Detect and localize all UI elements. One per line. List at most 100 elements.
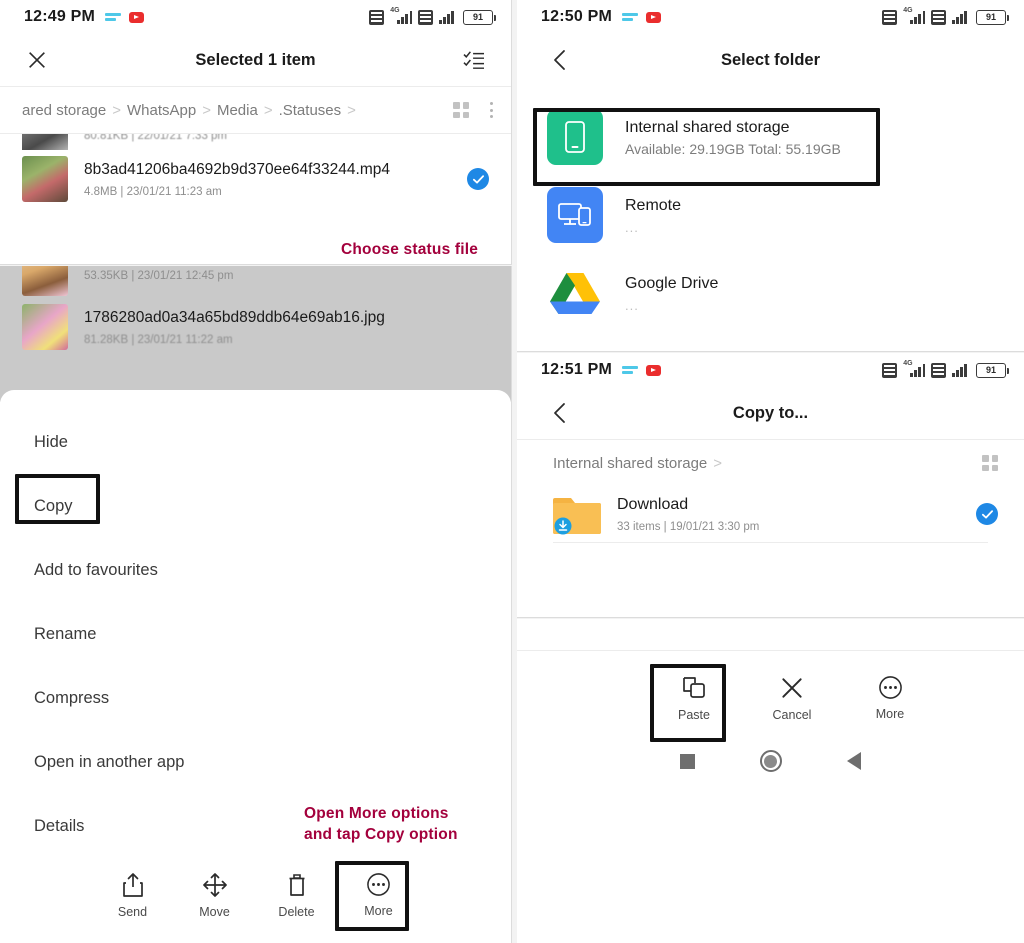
move-button[interactable]: Move xyxy=(174,864,256,925)
overflow-menu-icon[interactable] xyxy=(489,102,493,118)
menu-item-hide[interactable]: Hide xyxy=(0,410,511,474)
back-button[interactable] xyxy=(847,752,862,770)
phone-storage-icon xyxy=(547,109,603,165)
grid-view-icon[interactable] xyxy=(982,455,998,471)
storage-title: Remote xyxy=(625,197,682,215)
menu-item-compress[interactable]: Compress xyxy=(0,666,511,730)
paste-icon xyxy=(683,677,705,698)
menu-item-label: Add to favourites xyxy=(34,560,158,579)
storage-item-remote[interactable]: Remote ... xyxy=(517,176,1024,254)
file-meta: 53.35KB | 23/01/21 12:45 pm xyxy=(84,270,234,282)
chevron-left-icon[interactable] xyxy=(545,45,575,75)
sim2-icon xyxy=(931,9,947,25)
app-bar: Copy to... xyxy=(517,387,1024,439)
panel-select-folder: 12:50 PM 4G 91 Select folder Internal sh… xyxy=(517,0,1024,352)
storage-subtitle: ... xyxy=(625,297,639,313)
close-icon xyxy=(782,678,802,698)
storage-subtitle: Available: 29.19GB Total: 55.19GB xyxy=(625,141,841,158)
file-thumbnail xyxy=(22,304,68,350)
table-row: 1786280ad0a34a65bd89ddb64e69ab16.jpg 81.… xyxy=(0,296,511,360)
page-title: Select folder xyxy=(720,50,821,69)
sim2-icon xyxy=(931,362,947,378)
move-icon xyxy=(202,873,227,897)
paste-action-toolbar: Paste Cancel More xyxy=(517,651,1024,728)
file-meta: 80.81KB | 22/01/21 7:33 pm xyxy=(84,134,228,142)
close-icon[interactable] xyxy=(22,45,52,75)
breadcrumb-item-1[interactable]: WhatsApp xyxy=(127,102,196,119)
signal2-icon xyxy=(952,10,967,24)
breadcrumb-item-2[interactable]: Media xyxy=(217,102,258,119)
status-right-icons: 4G 91 xyxy=(882,360,1009,378)
file-checkbox xyxy=(467,316,489,338)
status-right-icons: 4G 91 xyxy=(882,7,1009,25)
menu-item-rename[interactable]: Rename xyxy=(0,602,511,666)
menu-item-label: Copy xyxy=(34,496,73,515)
file-checkbox xyxy=(467,266,489,284)
breadcrumb-item-0[interactable]: ared storage xyxy=(22,102,106,119)
table-row-partial[interactable]: 80.81KB | 22/01/21 7:33 pm xyxy=(0,134,511,150)
file-thumbnail xyxy=(22,134,68,150)
download-folder-icon xyxy=(553,492,601,536)
file-name: 8b3ad41206ba4692b9d370ee64f33244.mp4 xyxy=(84,160,390,178)
menu-item-copy[interactable]: Copy xyxy=(0,474,511,538)
breadcrumb-item-3[interactable]: .Statuses xyxy=(279,102,342,119)
menu-item-label: Details xyxy=(34,816,85,835)
signal2-icon xyxy=(439,10,454,24)
recents-button[interactable] xyxy=(679,753,695,769)
select-all-icon[interactable] xyxy=(459,45,489,75)
status-left-icons xyxy=(621,11,661,23)
folder-row-download[interactable]: Download 33 items | 19/01/21 3:30 pm xyxy=(517,486,1024,542)
menu-item-add-to-favourites[interactable]: Add to favourites xyxy=(0,538,511,602)
dimmed-file-list: 53.35KB | 23/01/21 12:45 pm 1786280ad0a3… xyxy=(0,266,511,402)
panel-more-options: 53.35KB | 23/01/21 12:45 pm 1786280ad0a3… xyxy=(0,266,512,943)
breadcrumb-separator: > xyxy=(202,101,211,119)
more-button[interactable]: More xyxy=(338,864,420,924)
table-row-partial: 53.35KB | 23/01/21 12:45 pm xyxy=(0,266,511,296)
folder-divider xyxy=(553,542,988,543)
tool-label: Move xyxy=(199,905,230,919)
chevron-left-icon[interactable] xyxy=(545,398,575,428)
status-bar: 12:49 PM 4G 91 xyxy=(0,0,511,34)
battery-level: 91 xyxy=(985,364,996,375)
file-name: 1786280ad0a34a65bd89ddb64e69ab16.jpg xyxy=(84,308,385,326)
status-right-icons: 4G 91 xyxy=(369,7,496,25)
delete-button[interactable]: Delete xyxy=(256,864,338,925)
cancel-button[interactable]: Cancel xyxy=(761,667,823,728)
storage-item-google-drive[interactable]: Google Drive ... xyxy=(517,254,1024,332)
table-row[interactable]: 8b3ad41206ba4692b9d370ee64f33244.mp4 4.8… xyxy=(0,150,511,212)
more-button[interactable]: More xyxy=(859,667,921,727)
send-button[interactable]: Send xyxy=(92,864,174,925)
home-button[interactable] xyxy=(759,750,782,772)
status-time: 12:49 PM xyxy=(24,8,95,25)
annotation-choose-status-file: Choose status file xyxy=(341,241,479,258)
status-bar: 12:51 PM 4G 91 xyxy=(517,353,1024,387)
signal1-icon: 4G xyxy=(390,7,413,24)
file-checkbox-selected[interactable] xyxy=(467,168,489,190)
paste-button[interactable]: Paste xyxy=(663,667,725,728)
breadcrumb-separator: > xyxy=(263,101,273,119)
page-title: Copy to... xyxy=(732,403,809,422)
battery-icon: 91 xyxy=(976,362,1009,378)
menu-item-open-in-another-app[interactable]: Open in another app xyxy=(0,730,511,794)
folder-checkbox-selected[interactable] xyxy=(976,503,998,525)
storage-item-internal[interactable]: Internal shared storage Available: 29.19… xyxy=(517,98,1024,176)
battery-icon: 91 xyxy=(976,9,1009,25)
file-meta: 81.28KB | 23/01/21 11:22 am xyxy=(84,334,233,347)
google-drive-icon xyxy=(547,265,603,321)
youtube-icon xyxy=(128,11,144,23)
signal1-icon: 4G xyxy=(903,360,926,377)
breadcrumb-separator: > xyxy=(347,101,356,119)
sim1-icon xyxy=(369,9,385,25)
breadcrumb-separator: > xyxy=(713,454,723,472)
signal1-icon: 4G xyxy=(903,7,926,24)
equalizer-icon xyxy=(621,12,638,23)
more-options-sheet: Hide Copy Add to favourites Rename Compr… xyxy=(0,390,511,943)
file-meta: 4.8MB | 23/01/21 11:23 am xyxy=(84,186,222,199)
status-left-icons xyxy=(621,364,661,376)
status-left-icons xyxy=(104,11,144,23)
sim1-icon xyxy=(882,362,898,378)
breadcrumb-item-0[interactable]: Internal shared storage xyxy=(553,455,707,472)
grid-view-icon[interactable] xyxy=(453,102,469,118)
tool-label: More xyxy=(364,904,393,918)
tool-label: More xyxy=(875,707,905,721)
